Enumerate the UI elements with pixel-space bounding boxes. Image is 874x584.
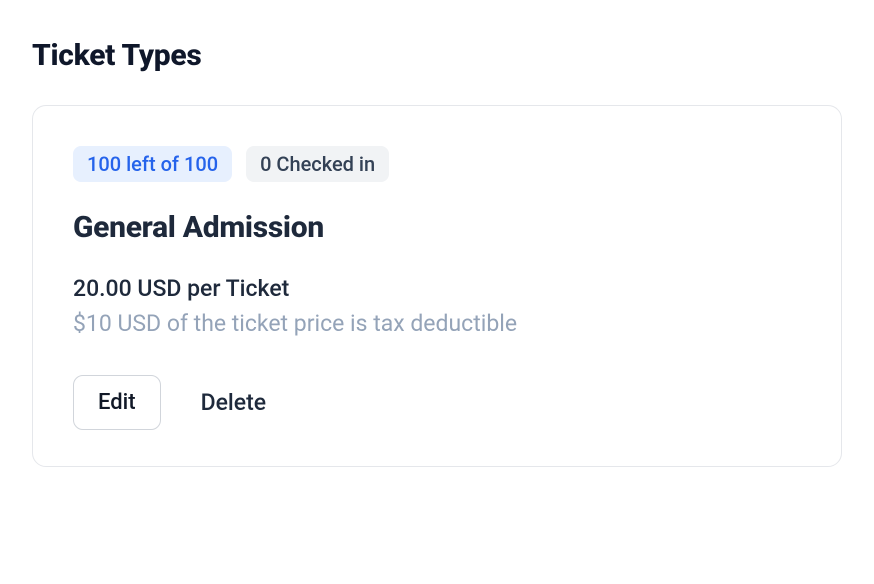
ticket-types-page: Ticket Types 100 left of 100 0 Checked i…: [0, 0, 874, 499]
page-title: Ticket Types: [32, 38, 842, 73]
badge-row: 100 left of 100 0 Checked in: [73, 146, 801, 182]
ticket-deductible-note: $10 USD of the ticket price is tax deduc…: [73, 310, 801, 337]
delete-button[interactable]: Delete: [201, 389, 267, 416]
ticket-actions: Edit Delete: [73, 375, 801, 430]
availability-badge: 100 left of 100: [73, 146, 232, 182]
ticket-name: General Admission: [73, 210, 801, 245]
checked-in-badge: 0 Checked in: [246, 146, 389, 182]
edit-button[interactable]: Edit: [73, 375, 161, 430]
ticket-price: 20.00 USD per Ticket: [73, 275, 801, 302]
ticket-card: 100 left of 100 0 Checked in General Adm…: [32, 105, 842, 467]
